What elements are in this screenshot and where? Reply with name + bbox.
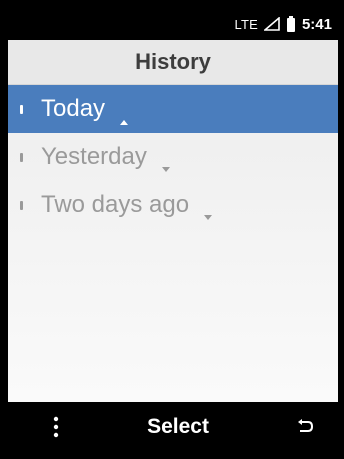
list-item-label: Today bbox=[41, 95, 106, 122]
list-item-label: Yesterday bbox=[41, 143, 147, 170]
signal-icon bbox=[262, 16, 280, 31]
header: History bbox=[8, 40, 338, 85]
caret-up-icon bbox=[119, 105, 129, 125]
caret-down-icon bbox=[203, 201, 213, 220]
list-item-two-days-ago[interactable]: Two days ago bbox=[8, 181, 338, 229]
page-title: History bbox=[135, 49, 211, 74]
bullet-icon bbox=[20, 152, 23, 162]
menu-icon[interactable] bbox=[52, 416, 60, 438]
status-bar: LTE 5:41 bbox=[8, 8, 338, 40]
battery-icon bbox=[286, 16, 296, 32]
bullet-icon bbox=[20, 200, 23, 210]
softkey-bar: Select bbox=[8, 402, 338, 452]
list-item-yesterday[interactable]: Yesterday bbox=[8, 133, 338, 181]
bullet-icon bbox=[20, 104, 23, 114]
back-icon[interactable] bbox=[296, 418, 314, 436]
history-list: Today Yesterday Two days ago bbox=[8, 85, 338, 229]
phone-screen: LTE 5:41 History Today Yesterday Two day… bbox=[0, 0, 344, 459]
list-item-today[interactable]: Today bbox=[8, 85, 338, 133]
clock-time: 5:41 bbox=[301, 15, 332, 33]
select-softkey[interactable]: Select bbox=[147, 415, 209, 439]
list-item-label: Two days ago bbox=[41, 191, 190, 218]
history-app: History Today Yesterday Two days ago bbox=[8, 40, 338, 402]
network-type: LTE bbox=[234, 16, 258, 32]
caret-down-icon bbox=[161, 153, 171, 172]
